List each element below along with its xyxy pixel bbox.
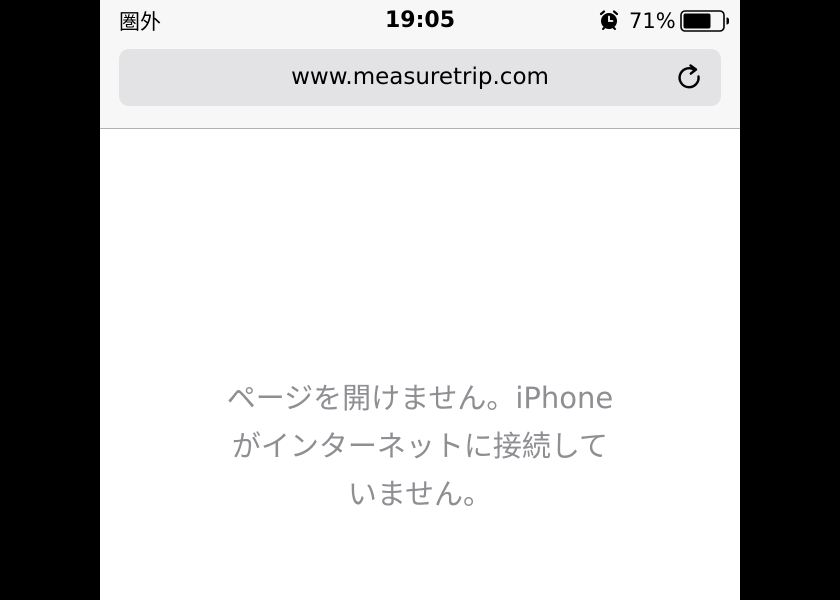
phone-screen: 圏外 19:05 71% www.measuretrip.com ページを開けま… — [100, 0, 740, 600]
reload-icon[interactable] — [674, 62, 706, 94]
status-bar: 圏外 19:05 71% — [100, 0, 740, 42]
error-message-line: がインターネットに接続して — [231, 429, 609, 463]
error-message-line: ページを開けません。iPhone — [226, 381, 614, 415]
error-message-line: いません。 — [347, 477, 493, 511]
error-message: ページを開けません。iPhone がインターネットに接続して いません。 — [190, 374, 650, 518]
battery-percent: 71% — [629, 9, 676, 33]
browser-top-chrome: 圏外 19:05 71% www.measuretrip.com — [100, 0, 740, 129]
url-text[interactable]: www.measuretrip.com — [119, 49, 721, 106]
battery-fill — [683, 13, 711, 29]
address-bar[interactable]: www.measuretrip.com — [119, 49, 721, 106]
battery-icon — [680, 10, 729, 32]
alarm-clock-icon — [599, 10, 619, 30]
